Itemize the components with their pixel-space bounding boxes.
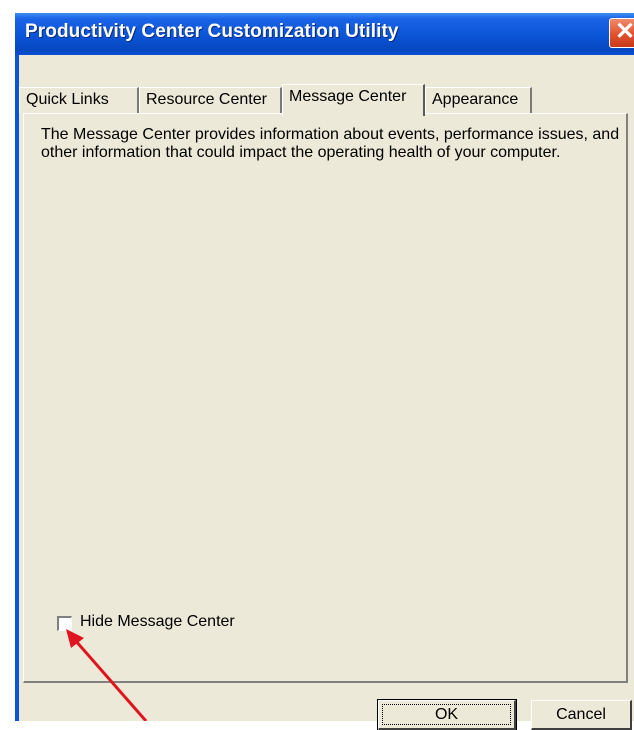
window-title: Productivity Center Customization Utilit… (25, 21, 399, 42)
close-button[interactable]: ✕ (609, 18, 634, 48)
message-center-panel: The Message Center provides information … (23, 113, 628, 683)
tab-strip: Quick Links Resource Center Message Cent… (19, 55, 634, 116)
ok-button[interactable]: OK (377, 699, 517, 730)
message-center-description: The Message Center provides information … (41, 126, 620, 161)
hide-message-center-checkbox[interactable] (57, 616, 72, 631)
close-icon: ✕ (615, 18, 634, 45)
tab-resource-center[interactable]: Resource Center (139, 87, 282, 113)
tab-quick-links[interactable]: Quick Links (19, 87, 139, 113)
tab-appearance[interactable]: Appearance (425, 87, 532, 113)
title-bar[interactable]: Productivity Center Customization Utilit… (15, 13, 634, 55)
cancel-button[interactable]: Cancel (531, 700, 632, 730)
tab-message-center[interactable]: Message Center (282, 84, 425, 116)
cancel-button-label: Cancel (556, 706, 606, 723)
focus-rect (382, 704, 511, 725)
hide-message-center-label[interactable]: Hide Message Center (80, 613, 235, 631)
